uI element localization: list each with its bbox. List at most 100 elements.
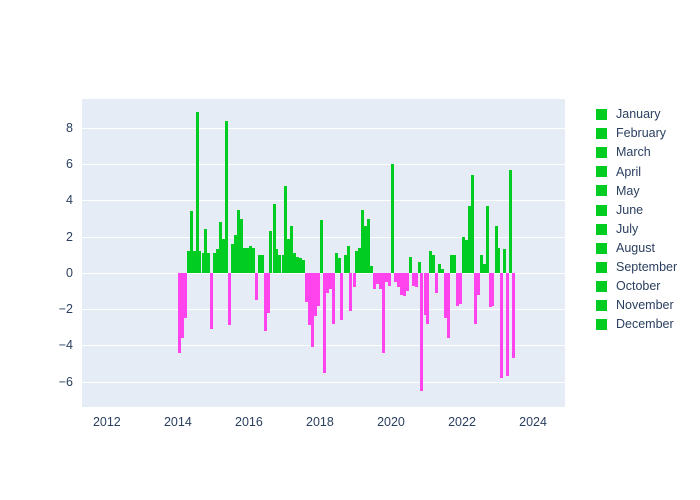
y-axis: 8 6 4 2 0 −2 −4 −6 bbox=[0, 0, 82, 500]
bar[interactable] bbox=[225, 120, 229, 273]
y-tick-label: −6 bbox=[58, 374, 73, 389]
bar[interactable] bbox=[331, 272, 335, 324]
legend-item-label: December bbox=[616, 317, 674, 332]
bar[interactable] bbox=[408, 256, 412, 273]
legend-swatch-icon bbox=[596, 223, 607, 235]
legend-item-september[interactable]: September bbox=[596, 258, 700, 277]
legend-item-label: August bbox=[616, 240, 655, 255]
legend-swatch-icon bbox=[596, 242, 607, 254]
bar[interactable] bbox=[497, 247, 501, 273]
plot-area[interactable] bbox=[82, 99, 565, 407]
legend-item-label: March bbox=[616, 145, 651, 160]
x-tick-label: 2012 bbox=[92, 415, 121, 429]
legend-swatch-icon bbox=[596, 185, 607, 197]
bar[interactable] bbox=[476, 272, 480, 295]
y-tick-label: 2 bbox=[66, 229, 73, 244]
legend-swatch-icon bbox=[596, 166, 607, 178]
legend-item-label: May bbox=[616, 183, 640, 198]
bar[interactable] bbox=[470, 175, 474, 273]
bar[interactable] bbox=[260, 254, 264, 273]
x-tick-label: 2014 bbox=[163, 415, 192, 429]
gridline-y-7 bbox=[82, 381, 565, 383]
x-tick-label: 2016 bbox=[235, 415, 263, 429]
bar[interactable] bbox=[417, 262, 421, 273]
legend-item-april[interactable]: April bbox=[596, 162, 700, 181]
bar[interactable] bbox=[506, 272, 510, 377]
bar[interactable] bbox=[382, 272, 386, 353]
legend-item-october[interactable]: October bbox=[596, 277, 700, 296]
legend-swatch-icon bbox=[596, 204, 607, 216]
y-tick-label: 0 bbox=[66, 265, 73, 280]
x-tick-label: 2024 bbox=[519, 415, 547, 429]
legend-item-label: September bbox=[616, 260, 678, 275]
legend-item-february[interactable]: February bbox=[596, 124, 700, 143]
legend-item-november[interactable]: November bbox=[596, 296, 700, 315]
bar[interactable] bbox=[195, 111, 199, 273]
bar[interactable] bbox=[317, 272, 321, 306]
y-tick-label: 6 bbox=[66, 157, 73, 172]
bar[interactable] bbox=[388, 272, 392, 286]
legend-item-june[interactable]: June bbox=[596, 200, 700, 219]
y-tick-label: −2 bbox=[58, 302, 73, 317]
bar[interactable] bbox=[435, 272, 439, 293]
legend-swatch-icon bbox=[596, 280, 607, 292]
bar[interactable] bbox=[251, 247, 255, 273]
bar[interactable] bbox=[340, 272, 344, 321]
bar[interactable] bbox=[414, 272, 418, 288]
legend-item-label: November bbox=[616, 298, 674, 313]
legend-swatch-icon bbox=[596, 261, 607, 273]
bar[interactable] bbox=[426, 272, 430, 324]
bar[interactable] bbox=[370, 265, 374, 273]
legend-swatch-icon bbox=[596, 128, 607, 140]
chart-container: 8 6 4 2 0 −2 −4 −6 2012 2014 2016 2018 2020 2022 2024… bbox=[0, 0, 700, 500]
bar[interactable] bbox=[447, 272, 450, 339]
legend-swatch-icon bbox=[596, 147, 607, 159]
bar[interactable] bbox=[512, 272, 516, 359]
y-tick-label: −4 bbox=[58, 338, 73, 353]
bar[interactable] bbox=[491, 272, 495, 306]
legend-item-label: January bbox=[616, 107, 661, 122]
legend-item-august[interactable]: August bbox=[596, 239, 700, 258]
bar[interactable] bbox=[302, 260, 306, 273]
legend-swatch-icon bbox=[596, 299, 607, 311]
legend-item-label: October bbox=[616, 279, 661, 294]
bar[interactable] bbox=[432, 254, 436, 273]
legend-item-january[interactable]: January bbox=[596, 105, 700, 124]
bar[interactable] bbox=[459, 272, 463, 304]
bar[interactable] bbox=[390, 164, 394, 273]
bar[interactable] bbox=[228, 272, 232, 326]
bar[interactable] bbox=[485, 205, 489, 273]
gridline-y-0 bbox=[82, 127, 565, 129]
bar[interactable] bbox=[266, 272, 270, 313]
legend-swatch-icon bbox=[596, 319, 607, 331]
legend-item-december[interactable]: December bbox=[596, 315, 700, 334]
y-tick-label: 8 bbox=[66, 120, 73, 135]
x-tick-label: 2020 bbox=[377, 415, 405, 429]
bar[interactable] bbox=[352, 272, 356, 288]
bar[interactable] bbox=[210, 272, 214, 330]
legend-item-label: June bbox=[616, 202, 644, 217]
legend[interactable]: January February March April May June July Augu… bbox=[596, 105, 700, 334]
legend-swatch-icon bbox=[596, 109, 607, 121]
bar[interactable] bbox=[254, 272, 258, 301]
legend-item-march[interactable]: March bbox=[596, 143, 700, 162]
bar[interactable] bbox=[500, 272, 504, 378]
legend-item-label: April bbox=[616, 164, 642, 179]
bar[interactable] bbox=[405, 272, 409, 292]
bar[interactable] bbox=[319, 220, 323, 273]
x-tick-label: 2018 bbox=[306, 415, 334, 429]
bar[interactable] bbox=[183, 272, 187, 319]
bar[interactable] bbox=[509, 169, 513, 273]
bar[interactable] bbox=[337, 258, 341, 273]
gridline-y-2 bbox=[82, 200, 565, 202]
bar[interactable] bbox=[453, 254, 457, 273]
bar[interactable] bbox=[503, 249, 507, 273]
bar[interactable] bbox=[207, 253, 211, 273]
legend-item-july[interactable]: July bbox=[596, 220, 700, 239]
gridline-y-3 bbox=[82, 236, 565, 238]
x-tick-label: 2022 bbox=[448, 415, 476, 429]
legend-item-label: July bbox=[616, 221, 639, 236]
bar[interactable] bbox=[346, 245, 350, 273]
legend-item-may[interactable]: May bbox=[596, 181, 700, 200]
gridline-y-1 bbox=[82, 164, 565, 166]
